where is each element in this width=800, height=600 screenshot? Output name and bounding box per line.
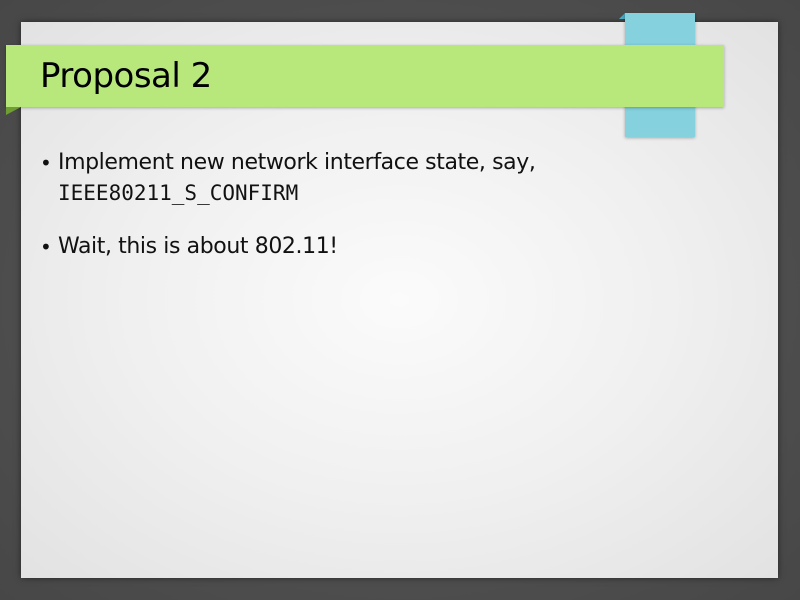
title-bar-fold xyxy=(6,107,21,115)
bullet-list: • Implement new network interface state,… xyxy=(40,148,740,286)
bullet-item: • Wait, this is about 802.11! xyxy=(40,232,740,262)
bullet-text: Wait, this is about 802.11! xyxy=(58,234,338,259)
title-bar: Proposal 2 xyxy=(6,45,724,107)
bullet-icon: • xyxy=(40,151,52,175)
bullet-text: Implement new network interface state, s… xyxy=(58,150,536,175)
slide-title: Proposal 2 xyxy=(40,56,212,96)
bullet-item: • Implement new network interface state,… xyxy=(40,148,740,208)
bullet-icon: • xyxy=(40,235,52,259)
bullet-code: IEEE80211_S_CONFIRM xyxy=(58,181,299,205)
